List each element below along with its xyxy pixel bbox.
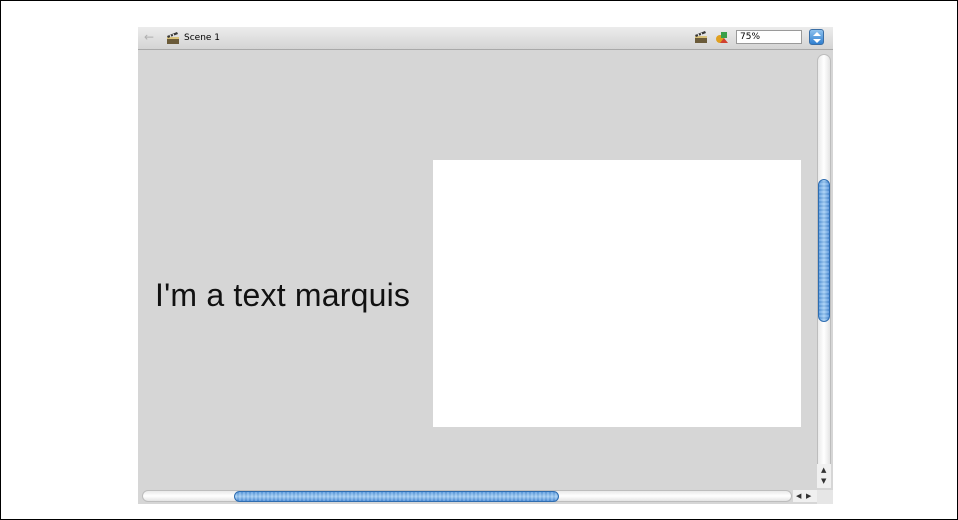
scroll-corner <box>817 490 833 504</box>
scroll-right-arrow-icon[interactable]: ▶ <box>806 492 811 500</box>
figure-frame: ← Scene 1 75% I'm a text marquis ▲ ▼ ◀ ▶ <box>0 0 958 520</box>
clapperboard-icon <box>167 32 179 44</box>
edit-symbols-button[interactable] <box>715 30 729 44</box>
scene-label[interactable]: Scene 1 <box>184 33 220 43</box>
vertical-scroll-thumb[interactable] <box>818 179 830 322</box>
zoom-input[interactable]: 75% <box>736 30 802 44</box>
horizontal-scroll-buttons: ◀ ▶ <box>793 490 817 502</box>
back-arrow-icon[interactable]: ← <box>144 30 154 44</box>
scroll-down-arrow-icon[interactable]: ▼ <box>821 477 826 485</box>
vertical-scroll-buttons: ▲ ▼ <box>817 464 831 488</box>
text-marquis[interactable]: I'm a text marquis <box>155 277 410 314</box>
stage-window: ← Scene 1 75% I'm a text marquis ▲ ▼ ◀ ▶ <box>138 27 833 504</box>
chevron-updown-icon <box>813 32 821 43</box>
scroll-up-arrow-icon[interactable]: ▲ <box>821 466 826 474</box>
edit-bar: ← Scene 1 75% <box>138 27 833 50</box>
horizontal-scroll-thumb[interactable] <box>234 491 559 502</box>
edit-scene-button[interactable] <box>694 30 708 44</box>
scroll-left-arrow-icon[interactable]: ◀ <box>796 492 801 500</box>
stage-area[interactable] <box>433 160 801 427</box>
zoom-dropdown-button[interactable] <box>809 29 824 45</box>
